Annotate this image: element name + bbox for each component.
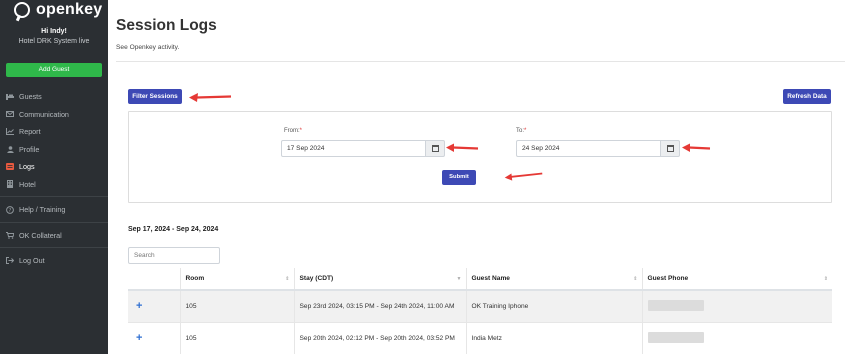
title-divider <box>116 61 845 62</box>
redacted-phone <box>647 299 704 311</box>
user-greeting: Hi Indy! <box>41 28 67 35</box>
sort-icon: ⇕ <box>633 276 638 282</box>
sidebar-item-hotel[interactable]: Hotel <box>0 176 108 194</box>
bed-icon <box>6 93 14 101</box>
page-subtitle: See Openkey activity. <box>116 44 180 51</box>
sidebar-item-logout[interactable]: Log Out <box>0 252 108 270</box>
to-date-input[interactable]: 24 Sep 2024 <box>516 140 666 157</box>
column-header-expand <box>128 268 180 291</box>
page-title: Session Logs <box>116 17 217 34</box>
column-header-stay[interactable]: Stay (CDT) ▼ <box>293 268 466 291</box>
sort-icon: ⇕ <box>823 276 828 282</box>
chart-icon <box>6 128 14 136</box>
column-header-room[interactable]: Room ⇕ <box>179 268 294 291</box>
calendar-icon <box>431 145 439 152</box>
logs-icon <box>6 163 14 171</box>
table-row: + 105 Sep 20th 2024, 02:12 PM - Sep 20th… <box>128 322 832 354</box>
hotel-name: Hotel DRK System live <box>18 38 90 45</box>
redacted-phone <box>647 331 704 343</box>
expand-plus-icon[interactable]: + <box>133 300 142 312</box>
guest-name-cell: OK Training Iphone <box>465 290 642 323</box>
column-header-guest-phone[interactable]: Guest Phone ⇕ <box>641 268 832 291</box>
stay-cell: Sep 20th 2024, 02:12 PM - Sep 20th 2024,… <box>293 322 466 354</box>
sidebar-divider <box>0 221 108 223</box>
sidebar-item-label: OK Collateral <box>19 230 62 240</box>
session-logs-table: Room ⇕ Stay (CDT) ▼ Guest Name ⇕ Guest Phon… <box>128 268 832 354</box>
filter-sessions-button[interactable]: Filter Sessions <box>128 89 182 104</box>
sidebar-item-help[interactable]: ? Help / Training <box>0 201 108 219</box>
sidebar-item-label: Guests <box>19 92 42 102</box>
table-header-row: Room ⇕ Stay (CDT) ▼ Guest Name ⇕ Guest Phon… <box>128 268 832 291</box>
sidebar-nav: Guests Communication Report Profile Logs… <box>0 88 108 270</box>
cart-icon <box>6 231 14 239</box>
expand-cell[interactable]: + <box>128 322 180 354</box>
help-circle-icon: ? <box>6 205 14 214</box>
annotation-arrow-icon <box>446 143 479 152</box>
date-range-heading: Sep 17, 2024 - Sep 24, 2024 <box>128 226 219 233</box>
submit-button[interactable]: Submit <box>442 170 476 185</box>
calendar-icon <box>666 145 674 152</box>
sidebar-item-label: Report <box>19 127 41 137</box>
main-content: Session Logs See Openkey activity. Filte… <box>108 0 845 354</box>
openkey-logo-icon <box>14 2 30 18</box>
sidebar-item-label: Log Out <box>19 256 45 266</box>
from-calendar-button[interactable] <box>425 140 445 157</box>
app-root: openkey Hi Indy! Hotel DRK System live A… <box>0 0 845 354</box>
sidebar-item-label: Logs <box>19 162 35 172</box>
sidebar-item-collateral[interactable]: OK Collateral <box>0 227 108 245</box>
expand-cell[interactable]: + <box>128 290 180 323</box>
sidebar-item-label: Communication <box>19 109 69 119</box>
expand-plus-icon[interactable]: + <box>133 332 142 344</box>
annotation-arrow-icon <box>189 93 232 102</box>
sidebar-item-label: Profile <box>19 144 40 154</box>
table-row: + 105 Sep 23rd 2024, 03:15 PM - Sep 24th… <box>128 290 832 323</box>
annotation-arrow-icon <box>504 172 543 181</box>
envelope-icon <box>6 110 14 118</box>
from-label: From:* <box>284 128 303 134</box>
sort-desc-icon: ▼ <box>456 276 462 282</box>
room-cell: 105 <box>179 290 294 323</box>
stay-cell: Sep 23rd 2024, 03:15 PM - Sep 24th 2024,… <box>293 290 466 323</box>
sidebar-item-report[interactable]: Report <box>0 123 108 141</box>
sidebar-divider <box>0 247 108 248</box>
to-calendar-button[interactable] <box>660 140 680 157</box>
sidebar-item-label: Help / Training <box>19 205 66 215</box>
add-guest-button[interactable]: Add Guest <box>6 63 102 77</box>
sidebar-item-logs[interactable]: Logs <box>0 158 108 176</box>
brand-logo[interactable]: openkey <box>14 1 102 19</box>
guest-phone-cell <box>641 322 832 354</box>
building-icon <box>6 180 14 189</box>
user-icon <box>6 145 14 153</box>
sidebar-item-guests[interactable]: Guests <box>0 88 108 106</box>
search-input[interactable] <box>128 247 220 264</box>
sidebar-item-communication[interactable]: Communication <box>0 106 108 124</box>
sidebar-item-profile[interactable]: Profile <box>0 141 108 159</box>
guest-phone-cell <box>641 290 832 323</box>
svg-text:?: ? <box>9 208 12 214</box>
brand-name: openkey <box>36 1 103 18</box>
from-date-input[interactable]: 17 Sep 2024 <box>281 140 431 157</box>
room-cell: 105 <box>179 322 294 354</box>
guest-name-cell: India Metz <box>465 322 642 354</box>
logout-icon <box>6 257 14 265</box>
annotation-arrow-icon <box>682 143 711 152</box>
sidebar-divider <box>0 196 108 197</box>
refresh-data-button[interactable]: Refresh Data <box>783 89 831 104</box>
column-header-guest-name[interactable]: Guest Name ⇕ <box>465 268 642 291</box>
filter-panel <box>128 111 832 203</box>
to-label: To:* <box>516 128 527 134</box>
sidebar-item-label: Hotel <box>19 179 36 189</box>
sidebar: openkey Hi Indy! Hotel DRK System live A… <box>0 0 108 354</box>
sort-icon: ⇕ <box>285 276 290 282</box>
